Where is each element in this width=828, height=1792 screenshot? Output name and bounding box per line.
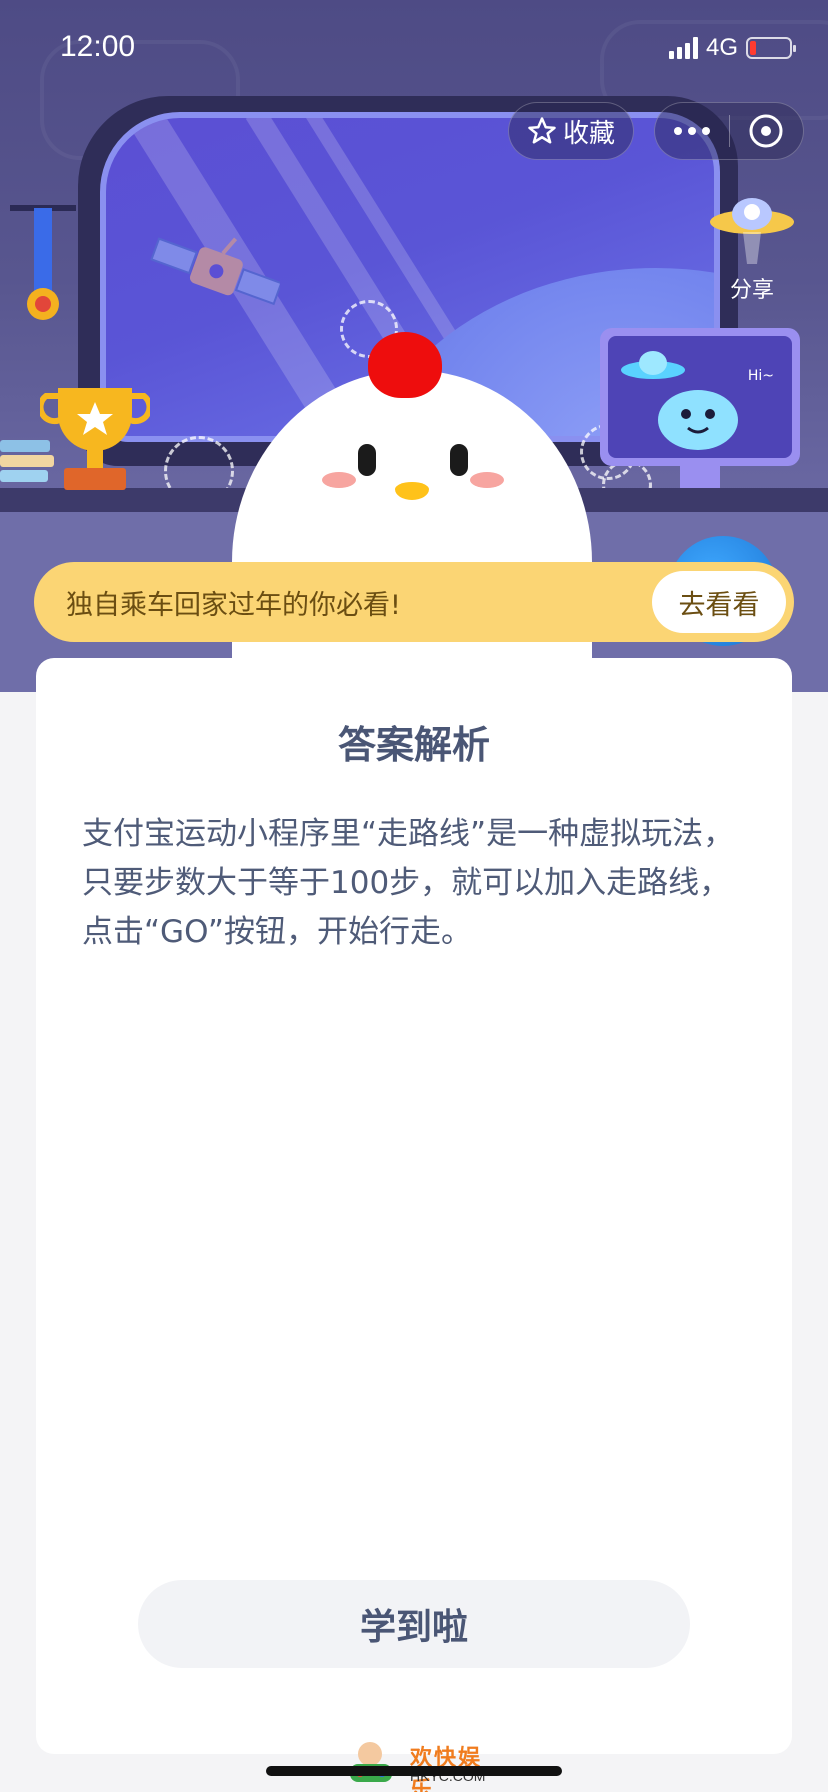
chick-crest [368,332,442,398]
battery-icon [746,37,796,59]
book [0,470,48,482]
chick-cheek [322,472,356,488]
go-see-button[interactable]: 去看看 [652,571,786,633]
share-label: 分享 [729,278,774,303]
trophy-icon [40,388,150,490]
mini-program-capsule [654,102,804,160]
status-time: 12:00 [60,30,136,63]
banner-text: 独自乘车回家过年的你必看! [66,589,401,621]
chick-cheek [470,472,504,488]
alien-icon [658,390,738,450]
watermark-logo-icon [350,1742,392,1782]
chick-eye [358,444,376,476]
medal-icon [10,205,76,320]
card-title: 答案解析 [337,723,490,767]
network-type: 4G [705,34,738,61]
monitor-text: Hi~ [747,368,774,384]
monitor-screen: Hi~ [608,336,792,458]
favorite-label: 收藏 [562,118,615,149]
star-icon [528,117,556,144]
ufo-share-icon [710,198,794,264]
learned-button[interactable]: 学到啦 [138,1580,690,1668]
satellite-icon [150,237,280,306]
more-button[interactable] [655,103,729,159]
book [0,440,50,452]
share-button[interactable]: 分享 [704,196,800,304]
book [0,455,54,467]
monitor: Hi~ [600,328,800,488]
home-indicator[interactable] [266,1766,562,1776]
signal-icon [668,37,698,59]
close-mini-program-icon [749,114,783,148]
more-icon [673,127,710,135]
chick-eye [450,444,468,476]
favorite-button[interactable]: 收藏 [508,102,634,160]
watermark: 欢快娱乐 HKYC.COM [336,1738,496,1792]
battery-level [750,41,756,55]
answer-explanation: 支付宝运动小程序里“走路线”是一种虚拟玩法，只要步数大于等于100步，就可以加入… [82,816,735,950]
close-mini-program-button[interactable] [730,103,804,159]
status-indicators: 4G [668,34,796,62]
answer-card: 答案解析 支付宝运动小程序里“走路线”是一种虚拟玩法，只要步数大于等于100步，… [36,658,792,1754]
books [0,440,55,488]
monitor-stand [680,466,720,488]
promo-banner[interactable]: 独自乘车回家过年的你必看! 去看看 [34,562,794,642]
